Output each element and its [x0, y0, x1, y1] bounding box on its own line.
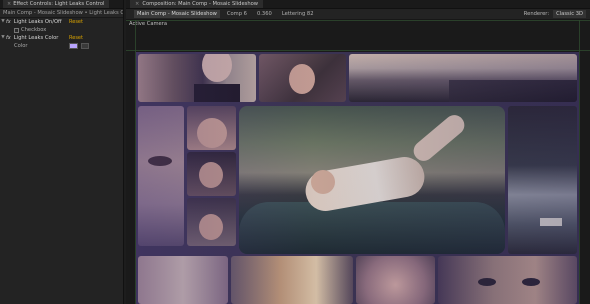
car-hood: [239, 202, 505, 254]
guide-line: [126, 50, 590, 51]
photo-tile-road-landscape: [349, 54, 577, 102]
breadcrumb: Main Comp - Mosaic Slideshow • Light Lea…: [0, 9, 123, 18]
photo-tile-brunette-portrait: [259, 54, 346, 102]
photo-tile-bottom-flower: [356, 256, 435, 304]
param-label: Color: [14, 43, 28, 49]
portrait-face: [311, 170, 335, 194]
subtab-lettering[interactable]: Lettering 82: [279, 10, 317, 18]
eyedropper-icon[interactable]: [81, 43, 89, 49]
renderer-control[interactable]: Renderer: Classic 3D: [524, 10, 586, 18]
photo-tile-dark-hair-woman: [187, 152, 236, 196]
fx-icon[interactable]: fx: [6, 18, 11, 26]
composition-tab-label: Composition: Main Comp - Mosaic Slidesho…: [142, 1, 259, 7]
eye-shape: [522, 278, 540, 286]
renderer-label: Renderer:: [523, 11, 550, 17]
portrait-face: [202, 54, 232, 82]
composition-viewer[interactable]: Active Camera: [126, 20, 590, 304]
param-row-color: Color: [0, 42, 123, 50]
portrait-face: [289, 64, 315, 94]
eye-shape: [148, 156, 172, 166]
effect-controls-tabbar: × Effect Controls: Light Leaks Control: [0, 0, 123, 9]
photo-tile-vintage-car: [508, 106, 577, 254]
renderer-value[interactable]: Classic 3D: [553, 10, 586, 18]
effect-row-light-leaks-onoff[interactable]: ▼ fx Light Leaks On/Off Reset: [0, 18, 123, 26]
portrait-face: [199, 162, 223, 188]
effect-controls-tab[interactable]: × Effect Controls: Light Leaks Control: [3, 0, 109, 8]
photo-tile-bottom-left: [138, 256, 228, 304]
composition-tab[interactable]: × Composition: Main Comp - Mosaic Slides…: [130, 0, 264, 8]
photo-tile-hat-portrait: [187, 198, 236, 246]
effect-row-light-leaks-color[interactable]: ▼ fx Light Leaks Color Reset: [0, 34, 123, 42]
eye-shape: [478, 278, 496, 286]
photo-tile-bottom-dog: [231, 256, 353, 304]
mosaic-artboard: [136, 52, 579, 304]
effect-name: Light Leaks On/Off: [13, 19, 62, 25]
guide-line: [126, 20, 590, 21]
photo-tile-featured-car-woman: [239, 106, 505, 254]
subtab-main-comp[interactable]: Main Comp - Mosaic Slideshow: [134, 10, 220, 18]
effect-controls-tab-label: Effect Controls: Light Leaks Control: [13, 1, 105, 7]
effect-controls-panel: × Effect Controls: Light Leaks Control M…: [0, 0, 124, 304]
composition-panel: × Composition: Main Comp - Mosaic Slides…: [126, 0, 590, 304]
checkbox-input[interactable]: [14, 27, 19, 33]
photo-tile-bottom-eyes: [438, 256, 577, 304]
subtab-comp-6[interactable]: Comp 6: [224, 10, 250, 18]
param-row-checkbox: Checkbox: [0, 26, 123, 34]
color-swatch[interactable]: [69, 43, 78, 49]
fx-icon[interactable]: fx: [6, 34, 11, 42]
license-plate: [540, 218, 562, 226]
photo-tile-blonde-portrait: [138, 54, 256, 102]
composition-subtabs: Main Comp - Mosaic Slideshow Comp 6 0.36…: [126, 9, 590, 20]
close-icon[interactable]: ×: [135, 0, 139, 8]
subtab-time[interactable]: 0.360: [254, 10, 275, 18]
portrait-face: [197, 118, 227, 148]
composition-tabbar: × Composition: Main Comp - Mosaic Slides…: [126, 0, 590, 9]
close-icon[interactable]: ×: [7, 0, 11, 8]
param-label: Checkbox: [21, 27, 47, 33]
photo-tile-eye-closeup: [138, 106, 184, 246]
legs-shape: [409, 111, 469, 165]
photo-tile-woman-green-eyes: [187, 106, 236, 150]
effect-name: Light Leaks Color: [13, 35, 59, 41]
portrait-face: [199, 214, 223, 240]
reset-link[interactable]: Reset: [69, 34, 83, 42]
guide-line: [579, 20, 580, 304]
reset-link[interactable]: Reset: [69, 18, 83, 26]
